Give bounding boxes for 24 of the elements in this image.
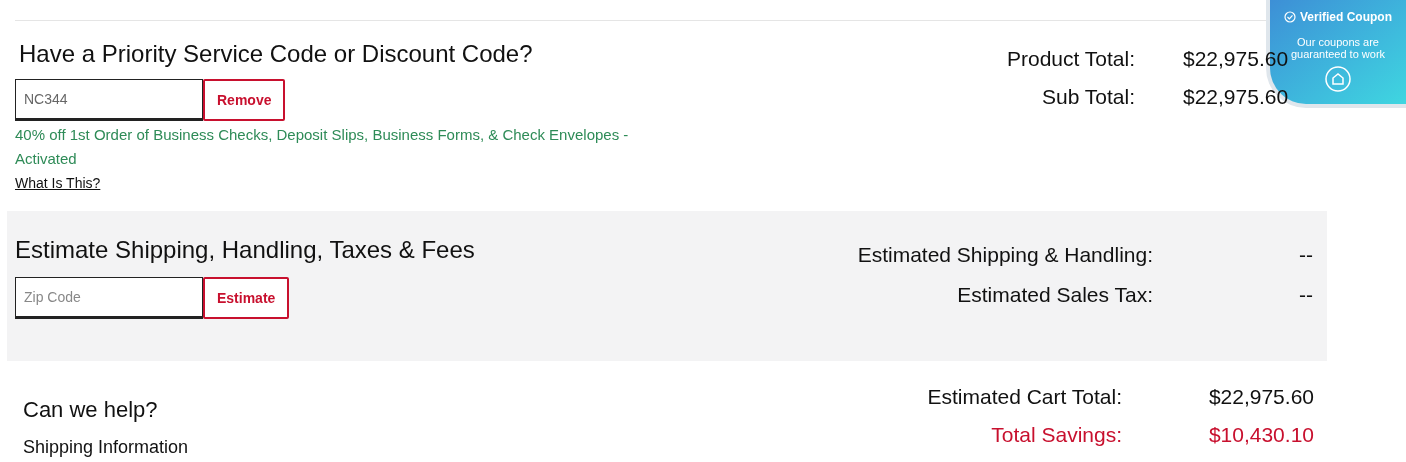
- summary-label: Total Savings:: [990, 421, 1122, 448]
- remove-button[interactable]: Remove: [203, 79, 286, 121]
- section-title: Estimate Shipping, Handling, Taxes & Fees: [15, 235, 475, 265]
- help-title: Can we help?: [23, 396, 158, 424]
- badge-text: Our coupons are guaranteed to work: [1289, 36, 1387, 60]
- section-title: Have a Priority Service Code or Discount Code?: [19, 39, 533, 69]
- summary-label: Estimated Cart Total:: [926, 384, 1122, 410]
- estimate-label: Estimated Sales Tax:: [956, 281, 1153, 308]
- estimate-label: Estimated Shipping & Handling:: [856, 242, 1153, 268]
- estimate-value: --: [1298, 281, 1313, 308]
- summary-value: $10,430.10: [1207, 421, 1314, 448]
- estimate-button[interactable]: Estimate: [203, 277, 290, 319]
- total-label: Sub Total:: [1041, 83, 1135, 110]
- badge-title: Verified Coupon: [1300, 9, 1392, 26]
- total-label: Product Total:: [1005, 46, 1135, 72]
- total-value: $22,975.60: [1183, 83, 1290, 110]
- what-is-this-link[interactable]: What Is This?: [15, 171, 101, 195]
- discount-message: 40% off 1st Order of Business Checks, Deposit Slips, Business Forms, & Check Envelopes - Activated: [15, 125, 630, 169]
- house-icon: [1325, 66, 1351, 92]
- zip-code-field[interactable]: Zip Code: [15, 277, 203, 319]
- help-link[interactable]: Shipping Information: [23, 434, 189, 461]
- check-circle-icon: [1284, 11, 1296, 23]
- summary-value: $22,975.60: [1207, 384, 1314, 410]
- estimate-value: --: [1298, 242, 1313, 268]
